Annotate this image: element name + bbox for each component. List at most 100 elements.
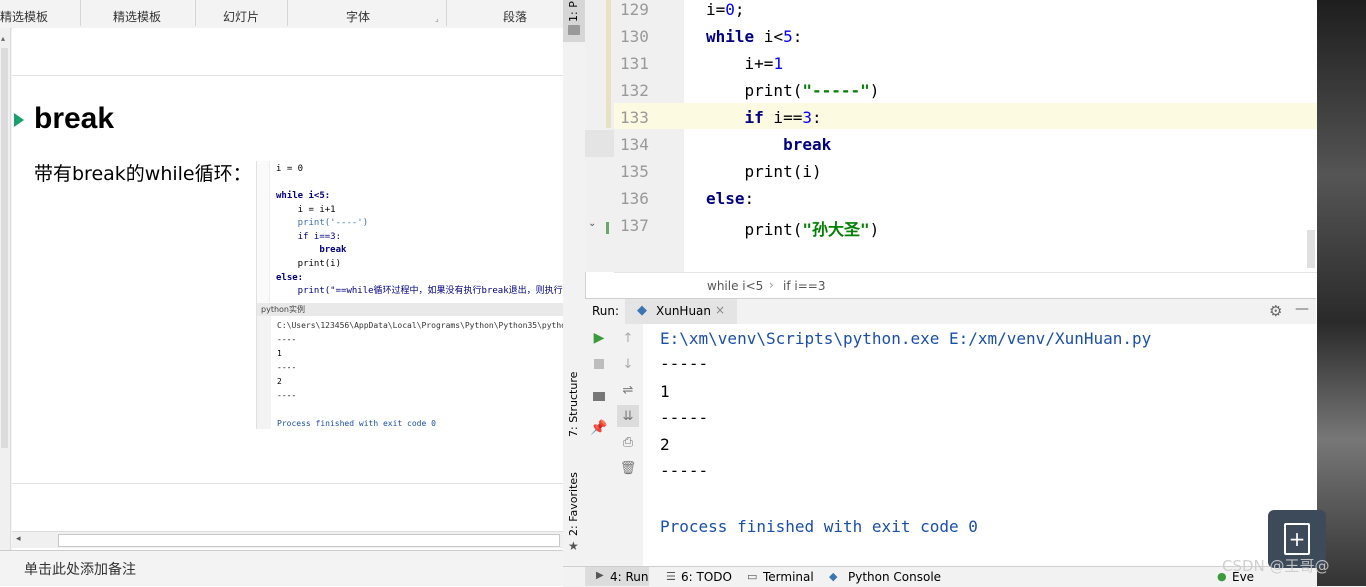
layout-icon[interactable]	[591, 388, 607, 404]
line-number: 129	[620, 0, 649, 19]
ribbon-group-paragraph[interactable]: 段落	[503, 8, 527, 25]
run-toolbar-secondary: ↑ ↓ ⇌ ⇊ ⎙ 🗑	[613, 324, 644, 566]
scroll-up-icon[interactable]: ↑	[620, 330, 636, 346]
console-line: 1	[660, 382, 670, 401]
breadcrumb: while i<5 › if i==3	[614, 272, 1317, 299]
console-line: -----	[660, 408, 709, 427]
slide-vertical-scrollbar[interactable]: ▴	[0, 28, 11, 550]
slide-editing-area[interactable]: break 带有break的while循环： i = 0 while i<5: …	[12, 28, 563, 550]
scroll-down-icon[interactable]: ↓	[620, 356, 636, 372]
run-tab-icon: ▶	[596, 570, 604, 581]
slide-caption: 带有break的while循环：	[34, 163, 252, 185]
code-editor[interactable]: i=0; while i<5: i+=1 print("-----") if i…	[684, 0, 1317, 272]
tab-favorites[interactable]: 2: Favorites	[567, 472, 580, 536]
embedded-run-label: python实例	[257, 303, 563, 316]
ribbon-separator	[287, 0, 288, 26]
ribbon-separator	[195, 0, 196, 26]
code-line-130: while i<5:	[706, 27, 803, 46]
folder-icon	[568, 25, 580, 35]
watermark: CSDN @王哥@	[1222, 557, 1330, 575]
desktop-background	[1317, 0, 1366, 586]
line-number: 130	[620, 27, 649, 46]
minimize-icon[interactable]: —	[1295, 301, 1309, 317]
embedded-code-line: i = 0	[276, 164, 304, 174]
notes-placeholder[interactable]: 单击此处添加备注	[24, 559, 136, 579]
line-number: 132	[620, 81, 649, 100]
slide-top-edge	[12, 75, 563, 76]
embedded-output-line: C:\Users\123456\AppData\Local\Programs\P…	[277, 321, 563, 330]
gear-icon[interactable]: ⚙	[1269, 302, 1282, 320]
font-dialog-launcher-icon[interactable]: ⌟	[435, 14, 439, 23]
pin-icon[interactable]: 📌	[590, 420, 607, 436]
scroll-thumb[interactable]	[1, 48, 8, 448]
embedded-gutter	[257, 161, 270, 303]
embedded-code-line: break	[276, 245, 347, 255]
slide-heading: break	[34, 102, 115, 135]
code-line-134: break	[783, 135, 832, 154]
line-number: 131	[620, 54, 649, 73]
tab-project[interactable]: 1: P	[567, 1, 580, 22]
scroll-up-arrow-icon[interactable]: ▴	[1, 34, 8, 44]
desktop-wallpaper	[1317, 0, 1366, 586]
tab-todo[interactable]: 6: TODO	[681, 570, 732, 584]
tab-run[interactable]: 4: Run	[610, 570, 649, 584]
slide-bottom-edge	[12, 483, 563, 484]
embedded-code-line: while i<5:	[276, 191, 331, 201]
fold-down-icon[interactable]: ⌄	[588, 218, 596, 229]
run-console[interactable]: E:\xm\venv\Scripts\python.exe E:/xm/venv…	[643, 324, 1316, 566]
line-number: 133	[620, 108, 649, 127]
embedded-code-line: print("==while循环过程中，如果没有执行break退出，则执行	[276, 286, 563, 296]
print-icon[interactable]: ⎙	[620, 434, 636, 450]
editor-gutter: ⌄	[585, 0, 614, 272]
h-scroll-thumb[interactable]	[58, 534, 560, 547]
console-line: E:\xm\venv\Scripts\python.exe E:/xm/venv…	[660, 329, 1152, 348]
line-number: 134	[620, 135, 649, 154]
embedded-code-line: print(i)	[276, 259, 342, 269]
breadcrumb-while[interactable]: while i<5	[707, 279, 763, 293]
code-line-136: else:	[706, 189, 755, 208]
code-line-129: i=0;	[706, 0, 745, 19]
embedded-output-line: ----	[277, 363, 297, 372]
run-label: Run:	[592, 304, 620, 318]
new-file-icon: +	[1284, 523, 1310, 555]
line-number: 136	[620, 189, 649, 208]
run-panel-header: Run: ◆ XunHuan × ⚙ —	[585, 298, 1316, 326]
star-icon: ★	[568, 539, 579, 553]
ribbon-group-templates-1[interactable]: 精选模板	[0, 8, 48, 25]
tab-structure[interactable]: 7: Structure	[567, 372, 580, 437]
embedded-code-line: print('----')	[276, 218, 369, 228]
scroll-to-end-icon[interactable]: ⇊	[620, 408, 636, 424]
trash-icon[interactable]: 🗑	[620, 460, 637, 476]
run-icon[interactable]: ▶	[591, 330, 607, 346]
slide-horizontal-scrollbar[interactable]: ◂	[12, 531, 563, 548]
code-line-137: print("孙大圣")	[706, 220, 880, 239]
stop-icon[interactable]	[591, 356, 607, 372]
console-line: Process finished with exit code 0	[660, 517, 978, 536]
run-config-name: XunHuan	[656, 304, 712, 318]
change-marker-green	[606, 222, 609, 234]
close-tab-icon[interactable]: ×	[715, 303, 725, 317]
embedded-code-line: if i==3:	[276, 232, 342, 242]
embedded-code-image: i = 0 while i<5: i = i+1 print('----') i…	[256, 161, 563, 303]
console-line: -----	[660, 461, 709, 480]
code-line-131: i+=1	[706, 54, 784, 73]
console-line: 2	[660, 435, 670, 454]
gutter-current-line	[585, 130, 614, 157]
editor-scrollbar-thumb[interactable]	[1307, 230, 1315, 268]
ribbon-group-templates-2[interactable]: 精选模板	[113, 8, 161, 25]
ribbon-group-slides[interactable]: 幻灯片	[223, 8, 259, 25]
run-config-tab[interactable]: ◆ XunHuan ×	[625, 299, 737, 324]
embedded-output-line: ----	[277, 391, 297, 400]
scroll-left-arrow-icon[interactable]: ◂	[16, 534, 21, 544]
tab-terminal[interactable]: Terminal	[763, 570, 814, 584]
code-line-132: print("-----")	[706, 81, 880, 100]
notes-pane[interactable]: 单击此处添加备注	[0, 550, 563, 586]
terminal-icon: ▭	[747, 570, 758, 583]
ribbon-group-font[interactable]: 字体	[346, 8, 370, 25]
tab-python-console[interactable]: Python Console	[848, 570, 941, 584]
soft-wrap-icon[interactable]: ⇌	[620, 382, 636, 398]
change-marker	[606, 0, 611, 128]
python-console-icon: ◆	[829, 570, 838, 583]
breadcrumb-if[interactable]: if i==3	[783, 279, 825, 293]
ribbon: 精选模板 精选模板 幻灯片 字体 ⌟ 段落	[0, 0, 563, 29]
